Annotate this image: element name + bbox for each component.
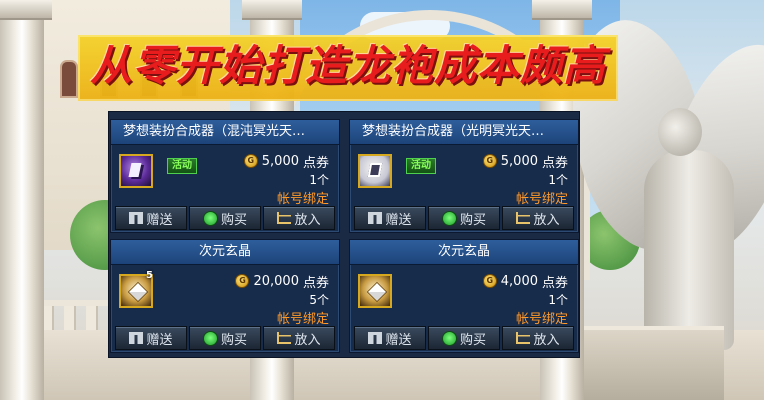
- shop-item-card: 梦想装扮合成器（光明冥光天… 活动 G 5,000 点券 1个 帐号绑定 赠送 …: [349, 119, 579, 233]
- cart-icon: [277, 212, 292, 224]
- price-value: 20,000: [253, 273, 299, 289]
- stack-count: 5: [146, 270, 153, 281]
- price-currency: 点券: [302, 275, 329, 291]
- angel-body: [644, 150, 734, 350]
- buy-icon: [202, 210, 218, 226]
- add-to-cart-button[interactable]: 放入: [502, 206, 574, 230]
- shop-item-card: 次元玄晶 5 G 20,000 点券 5个 帐号绑定 赠送 购买 放入: [110, 239, 340, 353]
- cart-icon: [516, 212, 531, 224]
- event-badge: 活动: [167, 158, 197, 174]
- shop-item-card: 次元玄晶 G 4,000 点券 1个 帐号绑定 赠送 购买 放入: [349, 239, 579, 353]
- shop-item-card: 梦想装扮合成器（混沌冥光天… 活动 G 5,000 点券 1个 帐号绑定 赠送 …: [110, 119, 340, 233]
- gift-label: 赠送: [385, 212, 412, 228]
- marble-pillar: [0, 0, 52, 400]
- gift-button[interactable]: 赠送: [354, 326, 426, 350]
- price-value: 5,000: [500, 153, 538, 169]
- gift-button[interactable]: 赠送: [354, 206, 426, 230]
- coupon-coin-icon: G: [235, 274, 250, 288]
- buy-button[interactable]: 购买: [428, 326, 500, 350]
- gift-icon: [129, 332, 144, 344]
- white-crystal-icon[interactable]: [358, 154, 392, 188]
- shop-panel: 梦想装扮合成器（混沌冥光天… 活动 G 5,000 点券 1个 帐号绑定 赠送 …: [108, 111, 580, 358]
- cart-label: 放入: [533, 332, 560, 348]
- gift-icon: [129, 212, 144, 224]
- cart-icon: [277, 332, 292, 344]
- action-buttons: 赠送 购买 放入: [354, 206, 574, 230]
- action-buttons: 赠送 购买 放入: [115, 326, 335, 350]
- banner-caption: 从零开始打造龙袍成本颇高: [89, 41, 606, 90]
- item-quantity: 1个: [548, 293, 568, 307]
- gift-icon: [368, 332, 383, 344]
- buy-icon: [441, 330, 457, 346]
- price-row: G 5,000 点券: [482, 153, 568, 171]
- add-to-cart-button[interactable]: 放入: [263, 206, 335, 230]
- item-quantity: 1个: [548, 173, 568, 187]
- buy-label: 购买: [459, 212, 486, 228]
- price-value: 4,000: [500, 273, 538, 289]
- price-currency: 点券: [541, 275, 568, 291]
- action-buttons: 赠送 购买 放入: [354, 326, 574, 350]
- gift-label: 赠送: [146, 212, 173, 228]
- buy-button[interactable]: 购买: [189, 326, 261, 350]
- add-to-cart-button[interactable]: 放入: [502, 326, 574, 350]
- price-currency: 点券: [302, 155, 329, 171]
- item-quantity: 1个: [309, 173, 329, 187]
- buy-label: 购买: [220, 212, 247, 228]
- buy-button[interactable]: 购买: [428, 206, 500, 230]
- title-banner: 从零开始打造龙袍成本颇高: [78, 35, 618, 101]
- price-currency: 点券: [541, 155, 568, 171]
- cart-label: 放入: [294, 332, 321, 348]
- purple-crystal-icon[interactable]: [119, 154, 153, 188]
- gift-button[interactable]: 赠送: [115, 326, 187, 350]
- binding-status: 帐号绑定: [515, 312, 568, 327]
- price-value: 5,000: [261, 153, 299, 169]
- castle-window: [60, 60, 78, 98]
- item-title: 梦想装扮合成器（混沌冥光天…: [111, 120, 339, 145]
- event-badge: 活动: [406, 158, 436, 174]
- item-title: 次元玄晶: [111, 240, 339, 265]
- coupon-coin-icon: G: [482, 274, 497, 288]
- gift-icon: [368, 212, 383, 224]
- add-to-cart-button[interactable]: 放入: [263, 326, 335, 350]
- cart-label: 放入: [294, 212, 321, 228]
- item-quantity: 5个: [309, 293, 329, 307]
- price-row: G 20,000 点券: [235, 273, 329, 291]
- cart-icon: [516, 332, 531, 344]
- binding-status: 帐号绑定: [276, 192, 329, 207]
- binding-status: 帐号绑定: [515, 192, 568, 207]
- gift-button[interactable]: 赠送: [115, 206, 187, 230]
- item-title: 梦想装扮合成器（光明冥光天…: [350, 120, 578, 145]
- price-row: G 5,000 点券: [243, 153, 329, 171]
- buy-icon: [441, 210, 457, 226]
- gift-label: 赠送: [146, 332, 173, 348]
- action-buttons: 赠送 购买 放入: [115, 206, 335, 230]
- dimension-crystal-cube-icon[interactable]: [358, 274, 392, 308]
- cart-label: 放入: [533, 212, 560, 228]
- buy-button[interactable]: 购买: [189, 206, 261, 230]
- binding-status: 帐号绑定: [276, 312, 329, 327]
- statue-pedestal: [584, 326, 724, 400]
- buy-label: 购买: [220, 332, 247, 348]
- buy-label: 购买: [459, 332, 486, 348]
- buy-icon: [202, 330, 218, 346]
- coupon-coin-icon: G: [243, 154, 258, 168]
- angel-head: [658, 108, 702, 156]
- coupon-coin-icon: G: [482, 154, 497, 168]
- item-title: 次元玄晶: [350, 240, 578, 265]
- gift-label: 赠送: [385, 332, 412, 348]
- price-row: G 4,000 点券: [482, 273, 568, 291]
